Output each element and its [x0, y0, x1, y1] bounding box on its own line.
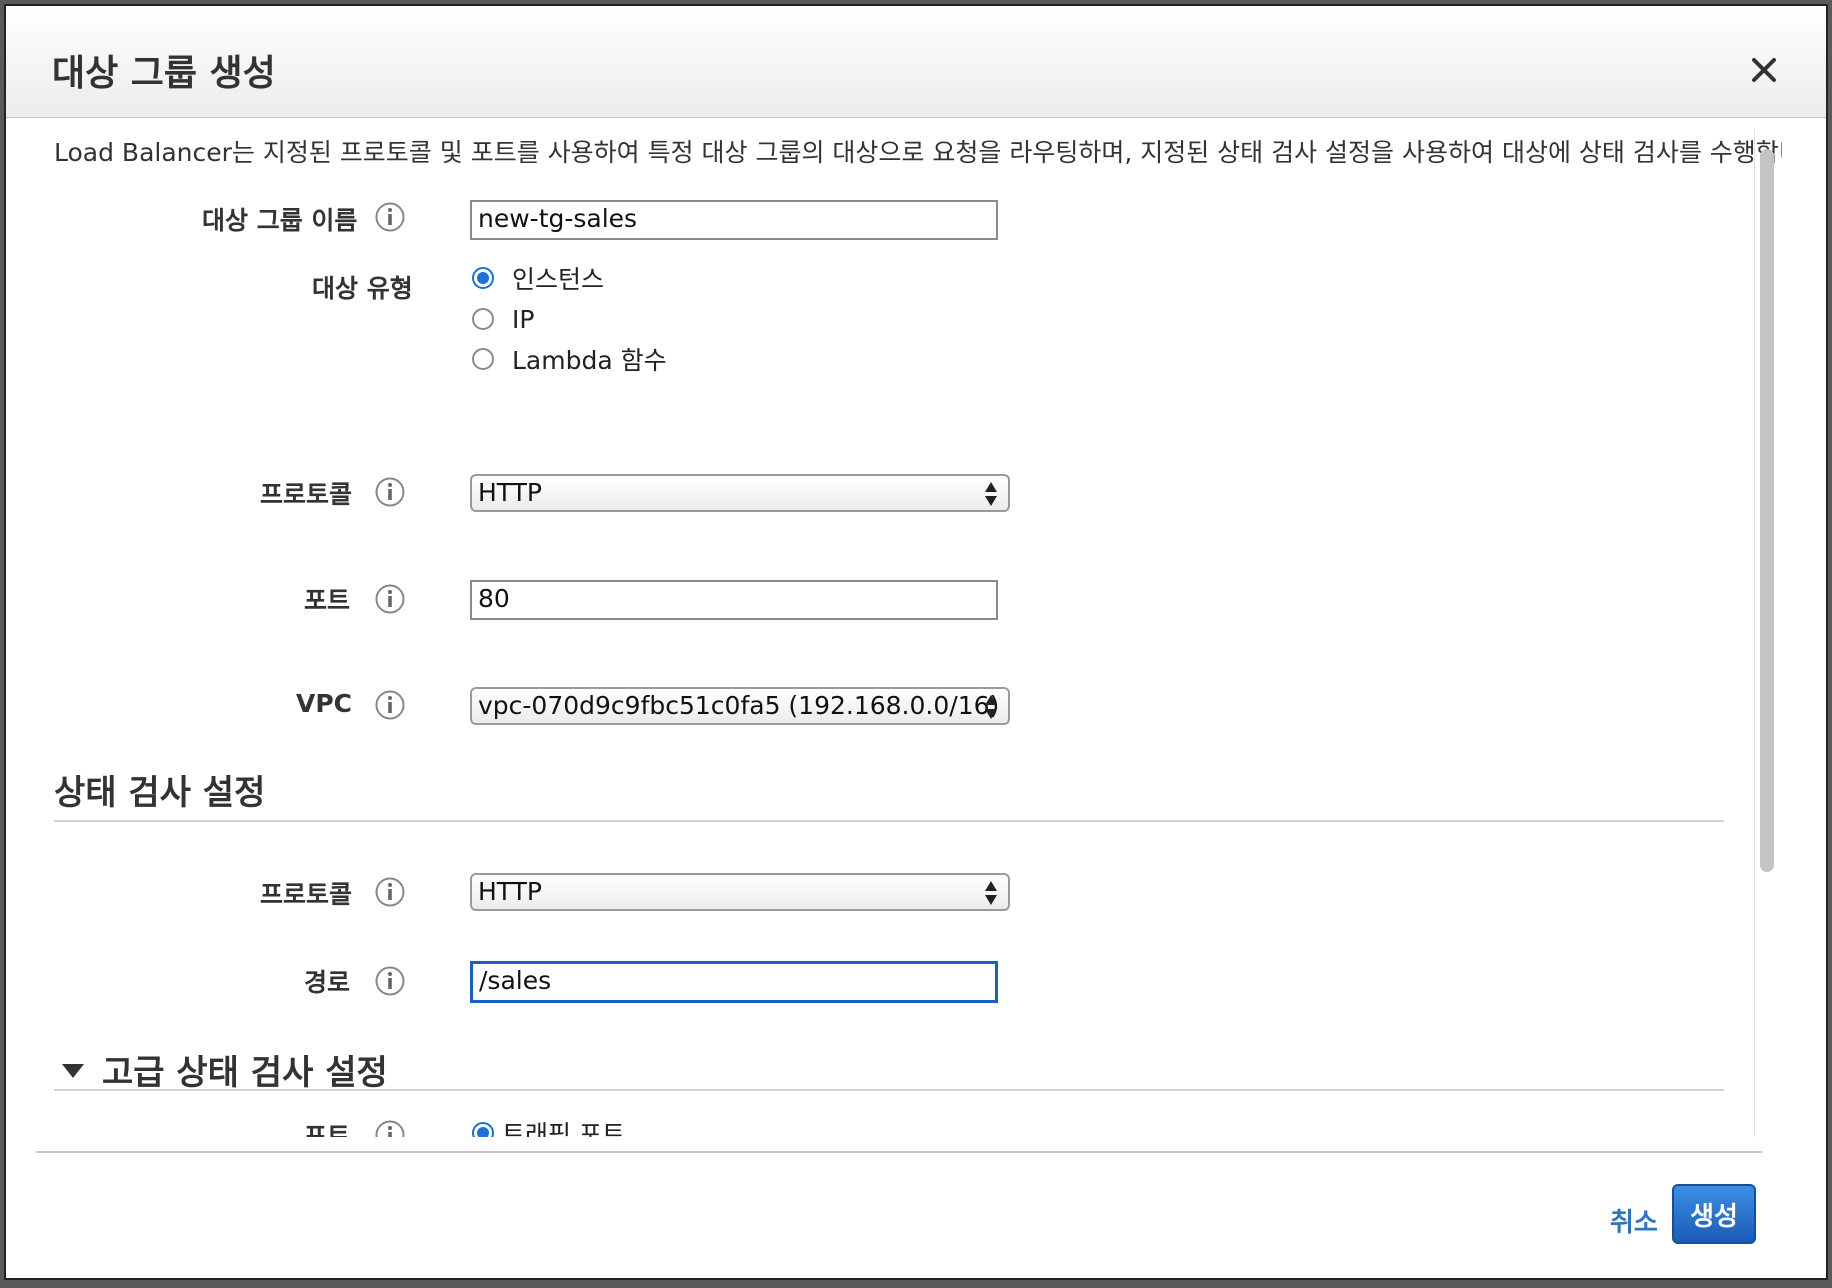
radio-button-checked[interactable]: [472, 267, 494, 289]
divider: [54, 820, 1724, 822]
select-arrows-icon: [985, 482, 997, 506]
health-check-protocol-label: 프로토콜: [260, 880, 353, 909]
radio-lambda[interactable]: Lambda 함수: [472, 342, 667, 376]
target-type-label: 대상 유형: [312, 274, 413, 303]
target-group-name-input[interactable]: new-tg-sales: [470, 200, 998, 240]
scrollbar-thumb[interactable]: [1760, 149, 1774, 872]
scrollbar[interactable]: [1754, 129, 1778, 1137]
radio-label-lambda: Lambda 함수: [512, 346, 667, 375]
info-icon[interactable]: [374, 965, 406, 997]
radio-button[interactable]: [472, 348, 494, 370]
radio-button-checked[interactable]: [472, 1122, 494, 1137]
health-check-path-label: 경로: [304, 968, 351, 997]
radio-traffic-port[interactable]: 트래픽 포트: [472, 1116, 625, 1137]
modal-content: Load Balancer는 지정된 프로토콜 및 포트를 사용하여 특정 대상…: [6, 119, 1782, 1137]
create-target-group-modal: 대상 그룹 생성 Load Balancer는 지정된 프로토콜 및 포트를 사…: [4, 4, 1828, 1280]
cancel-button[interactable]: 취소: [1610, 1202, 1658, 1239]
create-button[interactable]: 생성: [1672, 1184, 1756, 1244]
vpc-select-value: vpc-070d9c9fbc51c0fa5 (192.168.0.0/16) |…: [478, 691, 1010, 720]
protocol-select-value: HTTP: [478, 478, 542, 507]
info-icon[interactable]: [374, 201, 406, 233]
radio-label-ip: IP: [512, 304, 535, 334]
target-group-name-label: 대상 그룹 이름: [202, 206, 358, 235]
description-text: Load Balancer는 지정된 프로토콜 및 포트를 사용하여 특정 대상…: [54, 138, 1782, 167]
advanced-port-label: 포트: [304, 1122, 351, 1137]
info-icon[interactable]: [374, 689, 406, 721]
health-check-protocol-value: HTTP: [478, 877, 542, 906]
advanced-section-title: 고급 상태 검사 설정: [102, 1053, 388, 1093]
advanced-health-check-toggle[interactable]: 고급 상태 검사 설정: [62, 1045, 388, 1094]
port-input[interactable]: 80: [470, 580, 998, 620]
select-arrows-icon: [985, 881, 997, 905]
info-icon[interactable]: [374, 476, 406, 508]
protocol-label: 프로토콜: [260, 480, 353, 509]
caret-down-icon: [62, 1063, 84, 1078]
modal-header: 대상 그룹 생성: [6, 6, 1826, 118]
info-icon[interactable]: [374, 583, 406, 615]
protocol-select[interactable]: HTTP: [470, 474, 1010, 512]
select-arrows-icon: [985, 695, 997, 719]
health-check-protocol-select[interactable]: HTTP: [470, 873, 1010, 911]
radio-button[interactable]: [472, 308, 494, 330]
vpc-label: VPC: [296, 689, 353, 718]
vpc-select[interactable]: vpc-070d9c9fbc51c0fa5 (192.168.0.0/16) |…: [470, 687, 1010, 725]
radio-label-traffic-port: 트래픽 포트: [502, 1120, 625, 1137]
radio-ip[interactable]: IP: [472, 302, 534, 336]
info-icon[interactable]: [374, 876, 406, 908]
footer-divider: [36, 1151, 1762, 1153]
divider: [54, 1089, 1724, 1091]
health-check-path-input[interactable]: /sales: [470, 961, 998, 1003]
radio-label-instance: 인스턴스: [512, 265, 605, 294]
port-label: 포트: [304, 586, 351, 615]
close-button[interactable]: [1742, 48, 1786, 92]
radio-instance[interactable]: 인스턴스: [472, 261, 604, 295]
close-icon: [1752, 58, 1776, 82]
info-icon[interactable]: [374, 1119, 406, 1137]
health-check-section-title: 상태 검사 설정: [54, 773, 266, 813]
modal-title: 대상 그룹 생성: [52, 53, 276, 94]
